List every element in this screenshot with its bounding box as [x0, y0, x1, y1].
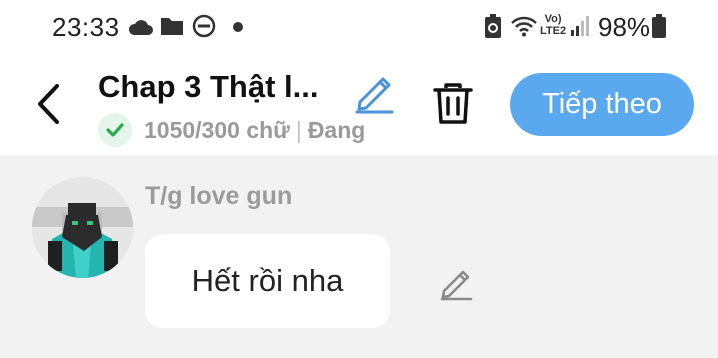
dot-icon	[233, 22, 243, 32]
status-time: 23:33	[52, 12, 120, 42]
status-bar: 23:33 Vo) LTE2 98%	[0, 0, 718, 52]
trash-icon[interactable]	[430, 80, 476, 128]
check-icon	[106, 123, 124, 137]
word-count: 1050/300 chữ	[144, 117, 290, 143]
battery-saver-icon	[485, 14, 501, 38]
folder-icon	[161, 18, 183, 35]
chapter-title[interactable]: Chap 3 Thật l...	[98, 69, 318, 105]
cloud-icon	[128, 20, 153, 35]
wifi-icon	[511, 16, 537, 37]
check-badge	[98, 113, 132, 147]
dnd-icon	[192, 14, 216, 38]
meta-divider: |	[295, 117, 302, 143]
message-bubble[interactable]: Hết rồi nha	[145, 234, 390, 328]
message-author: T/g love gun	[145, 182, 293, 210]
battery-percent: 98%	[598, 12, 651, 42]
battery-icon	[652, 14, 666, 38]
back-arrow-icon[interactable]	[30, 80, 70, 128]
edit-message-pencil-icon[interactable]	[438, 265, 474, 301]
next-button-label: Tiếp theo	[542, 88, 662, 120]
edit-title-pencil-icon[interactable]	[352, 70, 396, 114]
avatar-image	[32, 177, 133, 278]
message-text: Hết rồi nha	[191, 263, 344, 298]
publish-status: Đang	[307, 117, 366, 143]
next-button[interactable]: Tiếp theo	[510, 73, 694, 136]
avatar[interactable]	[32, 177, 133, 278]
volte-indicator: Vo) LTE2	[540, 13, 567, 37]
signal-icon	[571, 16, 589, 36]
